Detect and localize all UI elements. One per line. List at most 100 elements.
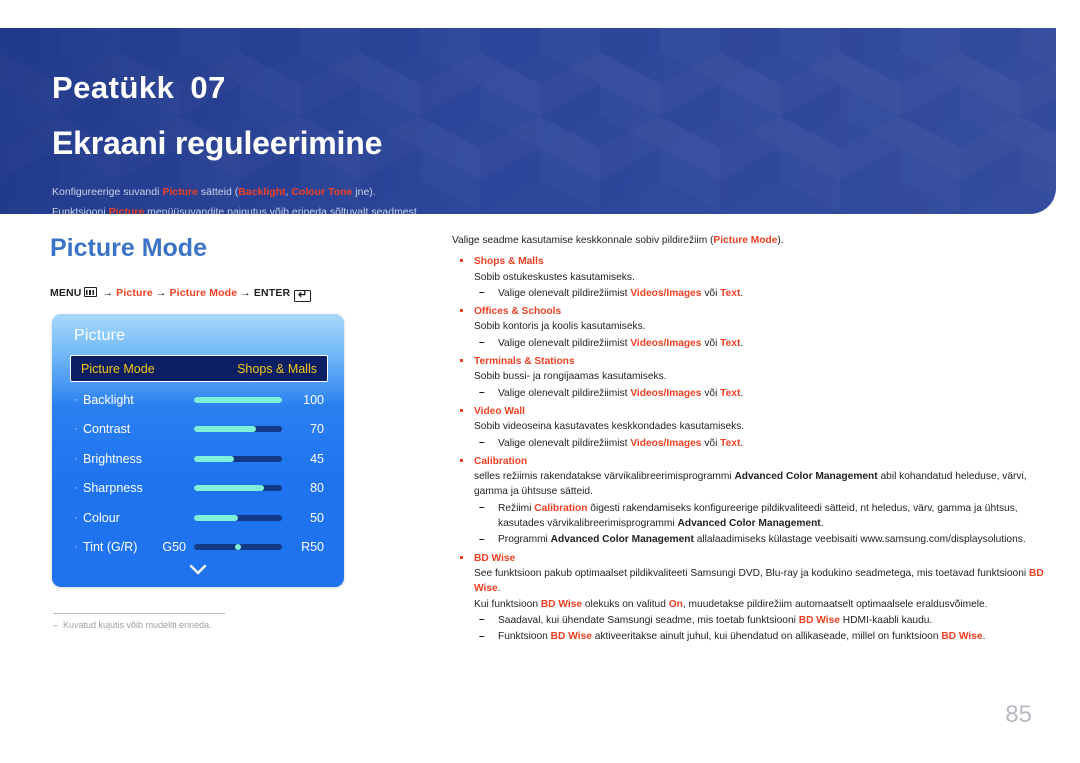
text-run: . xyxy=(740,387,744,399)
menu-path-enter-label: ENTER xyxy=(253,287,291,299)
text-run: HDMI-kaabli kaudu. xyxy=(839,614,933,626)
osd-row-picture-mode[interactable]: Picture Mode Shops & Malls xyxy=(70,355,328,382)
osd-row-value: 50 xyxy=(310,510,324,525)
text-run: Valige olenevalt pildirežiimist xyxy=(498,437,631,449)
text-run: Režiimi xyxy=(498,502,535,514)
content-body-line: Sobib bussi- ja rongijaamas kasutamiseks… xyxy=(474,369,1048,384)
text-run: selles režiimis rakendatakse värvikalibr… xyxy=(474,471,735,483)
text-run: On xyxy=(668,598,683,610)
content-bullet-item: Video Wall Sobib videoseina kasutavates k… xyxy=(452,404,1048,451)
text-run: Programmi xyxy=(498,534,551,546)
content-body-line: selles režiimis rakendatakse värvikalibr… xyxy=(474,469,1048,500)
text-run: või xyxy=(701,337,721,349)
osd-row-value: 80 xyxy=(310,481,324,496)
text-run: Text xyxy=(720,287,741,299)
text-run: Konfigureerige suvandi xyxy=(52,186,163,198)
content-body-line: See funktsioon pakub optimaalset pildikv… xyxy=(474,566,1048,597)
content-bullet-heading: Shops & Malls xyxy=(474,256,544,268)
content-sub-bullet: – Valige olenevalt pildirežiimist Videos/… xyxy=(474,386,1048,401)
text-run: BD Wise xyxy=(550,631,592,643)
osd-row-label: Brightness xyxy=(83,451,143,466)
content-sub-bullet: – Saadaval, kui ühendate Samsungi seadme,… xyxy=(474,613,1048,628)
dash-icon: – xyxy=(479,502,485,514)
content-sub-bullet-text: Režiimi Calibration õigesti rakendamisek… xyxy=(498,503,1018,529)
osd-bullet-icon: · xyxy=(74,541,78,554)
content-sub-bullet-text: Valige olenevalt pildirežiimist Videos/I… xyxy=(498,438,743,449)
text-run: Videos/Images xyxy=(630,337,702,349)
text-run: BD Wise xyxy=(540,598,583,610)
text-run: Videos/Images xyxy=(630,437,702,449)
text-run: BD Wise xyxy=(798,614,840,626)
text-run: . xyxy=(740,437,744,449)
osd-tint-slider[interactable] xyxy=(194,544,282,551)
banner-note-line: Konfigureerige suvandi Picture sätteid (… xyxy=(52,182,1012,202)
content-bullet-heading: BD Wise xyxy=(474,552,516,564)
content-body-line: Sobib ostukeskustes kasutamiseks. xyxy=(474,270,1048,285)
content-sub-bullet-text: Funktsioon BD Wise aktiveeritakse ainult… xyxy=(498,631,985,642)
content-bullet-heading: Terminals & Stations xyxy=(474,356,575,368)
osd-title: Picture xyxy=(74,327,126,344)
osd-row-tint[interactable]: · Tint (G/R) G50 R50 xyxy=(52,533,344,563)
page-title: Ekraani reguleerimine xyxy=(52,125,383,161)
footnote-text: Kuvatud kujutis võib mudeliti erineda. xyxy=(63,620,212,630)
menu-path-menu-label: MENU xyxy=(50,287,82,299)
content-body-line: Kui funktsioon BD Wise olekuks on valitu… xyxy=(474,597,1048,612)
chapter-banner: Peatükk 07 Ekraani reguleerimine Konfigur… xyxy=(0,28,1056,214)
osd-tint-left-value: G50 xyxy=(162,540,186,555)
text-run: jne). xyxy=(352,186,376,198)
chapter-number: 07 xyxy=(190,70,226,105)
osd-row-value: 45 xyxy=(310,451,324,466)
osd-picture-menu: Picture Picture Mode Shops & Malls · Backli… xyxy=(52,314,344,587)
chapter-line: Peatükk 07 xyxy=(52,70,226,106)
osd-row-sharpness[interactable]: · Sharpness 80 xyxy=(52,474,344,504)
content-column: Valige seadme kasutamise keskkonnale sob… xyxy=(452,233,1048,644)
text-run: Valige olenevalt pildirežiimist xyxy=(498,337,631,349)
text-run: Picture xyxy=(162,186,198,198)
osd-slider[interactable] xyxy=(194,485,282,492)
text-run: . xyxy=(982,631,986,643)
osd-row-colour[interactable]: · Colour 50 xyxy=(52,503,344,533)
content-sub-bullet: – Programmi Advanced Color Management all… xyxy=(474,532,1048,547)
text-run: allalaadimiseks külastage veebisaiti www… xyxy=(693,534,1026,546)
text-run: Funktsioon xyxy=(498,631,551,643)
content-body-line: Sobib kontoris ja koolis kasutamiseks. xyxy=(474,319,1048,334)
footnote-divider xyxy=(53,613,225,614)
text-run: BD Wise xyxy=(941,631,983,643)
chapter-label: Peatükk xyxy=(52,70,175,105)
text-run: Sobib ostukeskustes kasutamiseks. xyxy=(474,271,635,283)
osd-slider[interactable] xyxy=(194,396,282,403)
page-number: 85 xyxy=(1005,701,1032,728)
slider-knob[interactable] xyxy=(235,544,241,551)
dash-icon: – xyxy=(479,533,485,545)
enter-key-icon: ↵ xyxy=(294,290,312,302)
osd-slider[interactable] xyxy=(194,455,282,462)
content-sub-bullet-text: Valige olenevalt pildirežiimist Videos/I… xyxy=(498,388,743,399)
osd-slider[interactable] xyxy=(194,514,282,521)
osd-row-brightness[interactable]: · Brightness 45 xyxy=(52,444,344,474)
content-bullet-item: Terminals & Stations Sobib bussi- ja rong… xyxy=(452,354,1048,401)
content-sub-bullet-text: Programmi Advanced Color Management alla… xyxy=(498,534,1026,545)
bullet-icon xyxy=(460,458,463,462)
menu-path-step-picture-mode: Picture Mode xyxy=(169,287,238,299)
osd-tint-right-value: R50 xyxy=(301,540,324,555)
text-run: Text xyxy=(720,437,741,449)
chevron-down-icon[interactable] xyxy=(52,564,344,579)
osd-row-value: Shops & Malls xyxy=(237,361,317,376)
osd-row-label: Picture Mode xyxy=(81,361,155,376)
osd-row-backlight[interactable]: · Backlight 100 xyxy=(52,385,344,415)
content-body-line: Sobib videoseina kasutavates keskkondade… xyxy=(474,419,1048,434)
dash-icon: – xyxy=(479,614,485,626)
content-bullet-item: Shops & Malls Sobib ostukeskustes kasutam… xyxy=(452,254,1048,301)
content-bullet-heading: Offices & Schools xyxy=(474,306,562,318)
slider-fill xyxy=(194,426,256,433)
osd-bullet-icon: · xyxy=(74,511,78,524)
text-run: See funktsioon pakub optimaalset pildikv… xyxy=(474,567,1029,579)
text-run: Picture Mode xyxy=(713,235,778,246)
content-bullet-item: BD Wise See funktsioon pakub optimaalset … xyxy=(452,551,1048,645)
content-sub-bullet: – Funktsioon BD Wise aktiveeritakse ainul… xyxy=(474,629,1048,644)
text-run: . xyxy=(740,337,744,349)
osd-slider[interactable] xyxy=(194,426,282,433)
text-run: Valige seadme kasutamise keskkonnale sob… xyxy=(452,235,714,246)
osd-row-list: Picture Mode Shops & Malls · Backlight 100 · C… xyxy=(52,354,344,562)
osd-row-contrast[interactable]: · Contrast 70 xyxy=(52,415,344,445)
